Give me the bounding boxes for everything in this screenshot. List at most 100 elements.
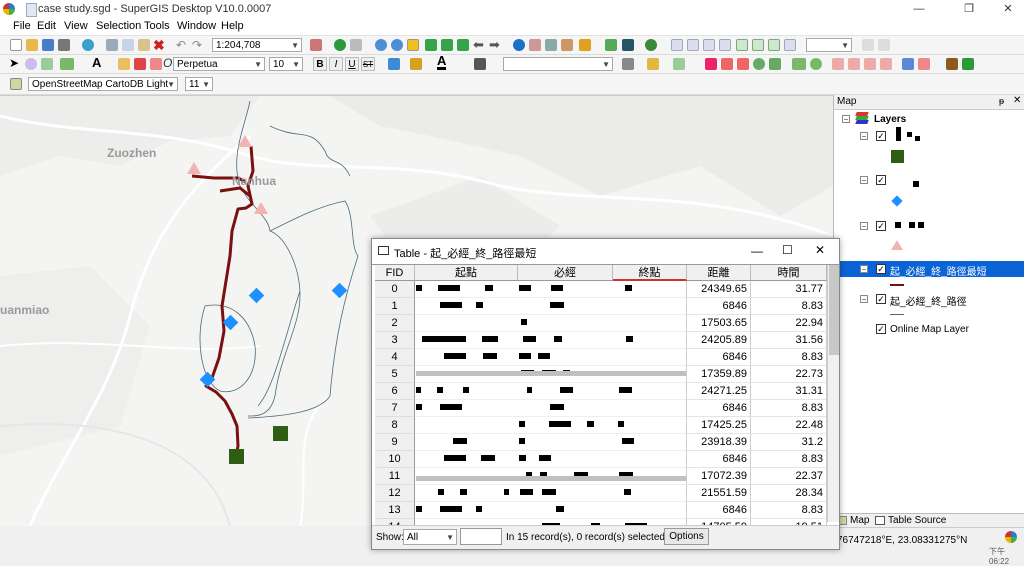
close-button[interactable]: ✕: [993, 0, 1023, 18]
layout-zoom-in-icon[interactable]: [671, 39, 683, 51]
table-row[interactable]: 7 6846 8.83: [372, 400, 827, 417]
mirror-icon[interactable]: [848, 58, 860, 70]
save-icon[interactable]: [42, 39, 54, 51]
vertex-icon[interactable]: [41, 58, 53, 70]
layout-icon[interactable]: [310, 39, 322, 51]
column-header-via[interactable]: 必經: [518, 265, 613, 281]
callout-icon[interactable]: [118, 58, 130, 70]
fixed-zoom-out-icon[interactable]: [457, 39, 469, 51]
collapse-icon[interactable]: −: [842, 115, 850, 124]
layout-fit-icon[interactable]: [736, 39, 748, 51]
collapse-icon[interactable]: −: [860, 265, 868, 274]
column-header-end[interactable]: 終點: [613, 265, 687, 281]
column-header-start[interactable]: 起點: [415, 265, 518, 281]
layer-label[interactable]: Online Map Layer: [890, 324, 969, 335]
row-fid-cell[interactable]: 9: [375, 434, 415, 451]
polygon-icon[interactable]: [792, 58, 806, 70]
text-tool-icon[interactable]: A: [92, 55, 101, 70]
zoom-in-icon[interactable]: [375, 39, 387, 51]
rotate-icon[interactable]: [25, 58, 37, 70]
layout-toggle-icon[interactable]: [862, 39, 874, 51]
layout-prev-icon[interactable]: [784, 39, 796, 51]
row-fid-cell[interactable]: 4: [375, 349, 415, 366]
time-cell[interactable]: 22.94: [751, 315, 827, 332]
column-header-time[interactable]: 時間: [751, 265, 827, 281]
table-minimize-button[interactable]: —: [751, 244, 763, 258]
table-row[interactable]: 0 24349.65 31.77: [372, 281, 827, 298]
line-color-icon[interactable]: [410, 58, 422, 70]
snap-icon[interactable]: [673, 58, 685, 70]
scale-combo[interactable]: 1:204,708 ▼: [212, 38, 302, 52]
table-maximize-button[interactable]: ☐: [782, 243, 793, 257]
hyperlink-icon[interactable]: [561, 39, 573, 51]
copy-icon[interactable]: [122, 39, 134, 51]
pen-icon[interactable]: [150, 58, 162, 70]
scrollbar-thumb[interactable]: [829, 265, 839, 355]
paste-icon[interactable]: [138, 39, 150, 51]
row-fid-cell[interactable]: 0: [375, 281, 415, 298]
square-marker[interactable]: [273, 426, 288, 441]
column-header-distance[interactable]: 距離: [687, 265, 751, 281]
distance-cell[interactable]: 23918.39: [687, 434, 751, 451]
identify-icon[interactable]: [513, 39, 525, 51]
flip-icon[interactable]: [832, 58, 844, 70]
time-cell[interactable]: 8.83: [751, 451, 827, 468]
layer-checkbox[interactable]: ✓: [876, 131, 886, 141]
cut-icon[interactable]: [106, 39, 118, 51]
menu-view[interactable]: View: [64, 20, 88, 32]
print-icon[interactable]: [58, 39, 70, 51]
fill-color-icon[interactable]: [388, 58, 400, 70]
zoom-level-combo[interactable]: 11 ▼: [185, 77, 213, 91]
time-cell[interactable]: 22.37: [751, 468, 827, 485]
time-cell[interactable]: 28.34: [751, 485, 827, 502]
row-fid-cell[interactable]: 8: [375, 417, 415, 434]
style-combo[interactable]: ▼: [503, 57, 613, 71]
select-tool-icon[interactable]: [579, 39, 591, 51]
circle-icon[interactable]: [810, 58, 822, 70]
row-fid-cell[interactable]: 7: [375, 400, 415, 417]
select-arrow-icon[interactable]: ➤: [9, 56, 19, 70]
redo-icon[interactable]: ↷: [192, 38, 202, 52]
whats-this-icon[interactable]: [350, 39, 362, 51]
table-row[interactable]: 1 6846 8.83: [372, 298, 827, 315]
basemap-icon[interactable]: [10, 78, 22, 90]
layer-checkbox[interactable]: ✓: [876, 175, 886, 185]
table-row[interactable]: 9 23918.39 31.2: [372, 434, 827, 451]
find-icon[interactable]: [529, 39, 541, 51]
row-fid-cell[interactable]: 5: [375, 366, 415, 383]
distance-cell[interactable]: 6846: [687, 502, 751, 519]
fixed-zoom-in-icon[interactable]: [441, 39, 453, 51]
layer-checkbox[interactable]: ✓: [876, 264, 886, 274]
time-cell[interactable]: 22.48: [751, 417, 827, 434]
distance-cell[interactable]: 17359.89: [687, 366, 751, 383]
menu-window[interactable]: Window: [177, 20, 216, 32]
merge-icon[interactable]: [769, 58, 781, 70]
distance-cell[interactable]: 24349.65: [687, 281, 751, 298]
time-cell[interactable]: 8.83: [751, 298, 827, 315]
buffer-icon[interactable]: [753, 58, 765, 70]
graph-icon[interactable]: [605, 39, 617, 51]
row-fid-cell[interactable]: 11: [375, 468, 415, 485]
layout-width-icon[interactable]: [719, 39, 731, 51]
column-header-fid[interactable]: FID: [375, 265, 415, 281]
full-extent-icon[interactable]: [425, 39, 437, 51]
time-cell[interactable]: 31.31: [751, 383, 827, 400]
table-row[interactable]: 8 17425.25 22.48: [372, 417, 827, 434]
distance-cell[interactable]: 24271.25: [687, 383, 751, 400]
distance-cell[interactable]: 6846: [687, 451, 751, 468]
layer-label[interactable]: 起_必經_終_路徑最短: [890, 263, 987, 278]
row-fid-cell[interactable]: 1: [375, 298, 415, 315]
triangle-marker[interactable]: [187, 162, 201, 174]
maximize-button[interactable]: ❐: [954, 0, 984, 18]
distribute-icon[interactable]: [880, 58, 892, 70]
table-close-button[interactable]: ✕: [815, 243, 825, 257]
table-row[interactable]: 3 24205.89 31.56: [372, 332, 827, 349]
row-text-cells[interactable]: [415, 383, 687, 400]
show-filter-combo[interactable]: All ▼: [403, 529, 457, 545]
shadow-icon[interactable]: [474, 58, 486, 70]
bold-button[interactable]: B: [313, 57, 327, 71]
split-icon[interactable]: [705, 58, 717, 70]
layout-pan-icon[interactable]: [752, 39, 764, 51]
collapse-icon[interactable]: −: [860, 295, 868, 304]
pan-hand-icon[interactable]: [407, 39, 419, 51]
